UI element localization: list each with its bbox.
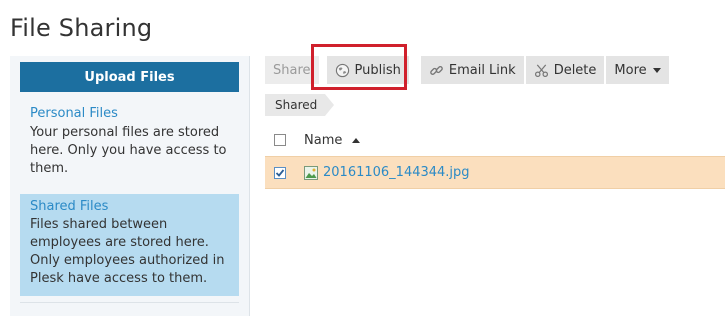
sidebar-section-shared: Shared Files Files shared between employ… [20,194,239,296]
page-title: File Sharing [10,14,153,42]
table-row[interactable]: 20161106_144344.jpg [265,156,725,189]
breadcrumb: Shared [265,94,335,116]
publish-label: Publish [354,62,401,78]
more-dropdown-button[interactable]: More [606,56,669,84]
link-icon [429,63,444,78]
table-header: Name [265,124,725,156]
file-table: Name 20161106_144344.jpg [265,124,725,189]
share-label: Share [273,62,311,78]
email-link-button[interactable]: Email Link [420,56,524,84]
personal-files-link[interactable]: Personal Files [30,105,229,123]
publish-button[interactable]: Publish [326,56,409,84]
toolbar: Share Publish Email Link Delete More [265,56,671,84]
upload-files-button[interactable]: Upload Files [20,62,239,92]
row-checkbox[interactable] [274,166,286,179]
email-link-label: Email Link [448,62,516,78]
breadcrumb-item-shared[interactable]: Shared [265,94,335,116]
delete-label: Delete [553,62,597,78]
sidebar-divider [20,302,239,303]
delete-button[interactable]: Delete [525,56,605,84]
personal-files-description: Your personal files are stored here. Onl… [30,125,227,176]
chevron-down-icon [652,67,661,73]
shared-files-link[interactable]: Shared Files [30,198,229,216]
image-file-icon [304,165,318,180]
more-label: More [614,62,647,78]
sort-ascending-icon [351,137,360,143]
file-name-link[interactable]: 20161106_144344.jpg [323,165,470,180]
share-button[interactable]: Share [265,56,319,84]
column-header-name[interactable]: Name [304,133,360,148]
scissors-icon [534,63,549,78]
checkmark-icon [275,168,285,177]
select-all-checkbox[interactable] [274,134,286,146]
name-header-label: Name [304,132,343,148]
globe-icon [335,63,350,78]
shared-files-description: Files shared between employees are store… [30,217,225,286]
sidebar: Upload Files Personal Files Your persona… [10,56,250,316]
